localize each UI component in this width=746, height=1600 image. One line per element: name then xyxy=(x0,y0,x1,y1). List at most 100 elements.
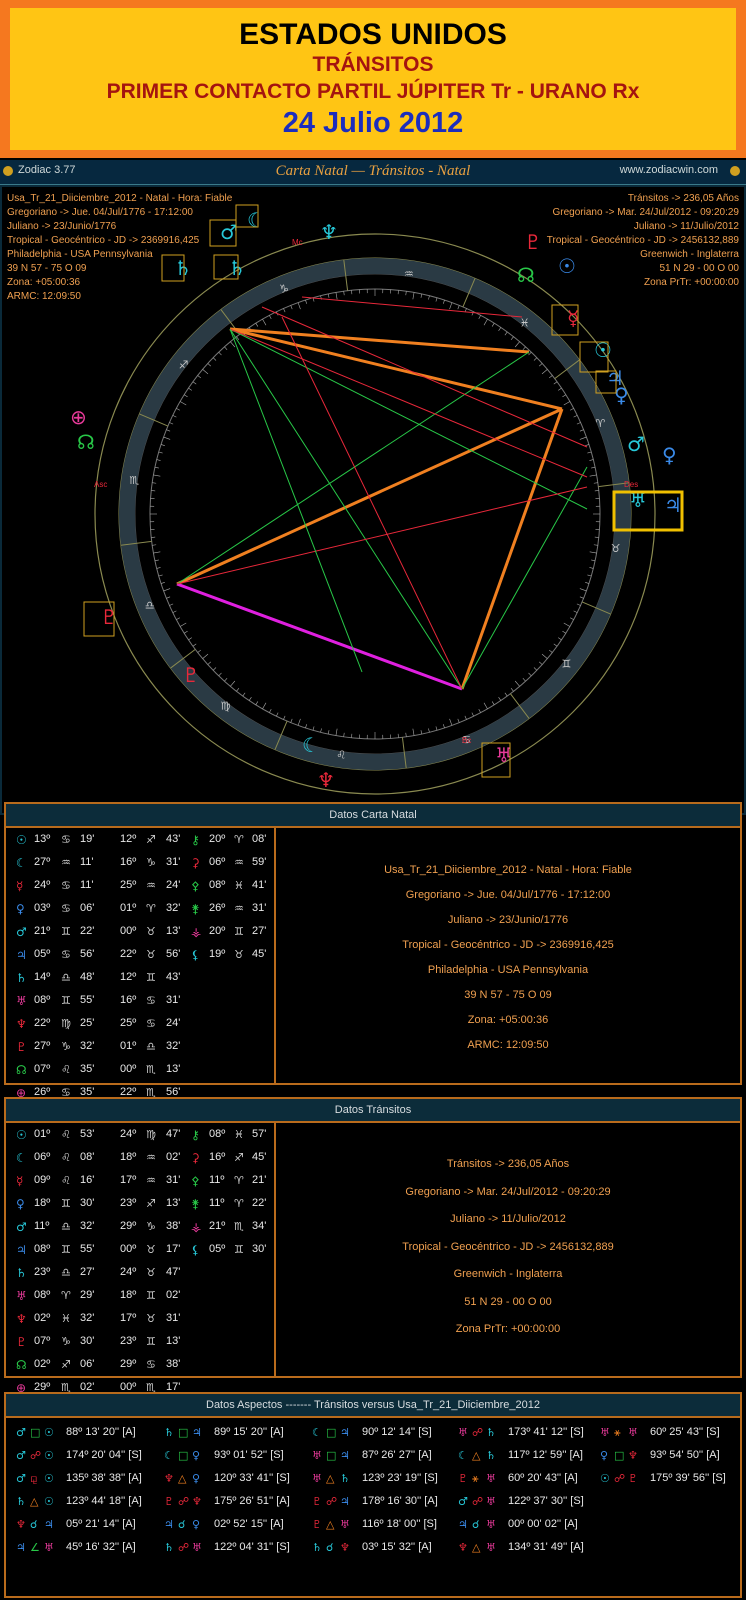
transit-planet-icon: ♇ xyxy=(458,1472,468,1485)
degree-tick xyxy=(153,551,161,554)
degree-tick xyxy=(443,299,445,304)
planet-glyph-icon: ♀ xyxy=(662,443,677,467)
asteroid-sign-icon: ♈ xyxy=(234,1174,244,1187)
degree-tick xyxy=(589,474,597,477)
natal-planet-icon: ♅ xyxy=(192,1541,202,1554)
degree-tick xyxy=(218,351,222,356)
degree-tick xyxy=(541,369,548,375)
natal-planet-icon: ♃ xyxy=(340,1426,350,1439)
transit-planet-icon: ♂ xyxy=(16,1472,26,1485)
asteroid-minute: 21' xyxy=(252,1174,267,1186)
minute-value: 32' xyxy=(80,1312,95,1324)
degree-tick xyxy=(212,667,217,671)
degree-tick xyxy=(262,702,267,710)
asteroid-icon: ⚵ xyxy=(191,1197,200,1211)
minute-value: 11' xyxy=(80,856,94,868)
degree-tick xyxy=(541,653,548,659)
transits-panel-header: Datos Tránsitos xyxy=(6,1099,740,1123)
degree-value: 27º xyxy=(34,1040,51,1052)
degree-tick xyxy=(305,724,307,729)
aspect-entry: ♄ ☌ ♆ 03º 15' 32'' [A] xyxy=(312,1541,457,1559)
position-row: ♆ 02º ♓ 32' 17º ♉ 31' xyxy=(6,1307,274,1330)
degree-tick xyxy=(412,292,415,300)
detail-line: Philadelphia - USA Pennsylvania xyxy=(427,964,589,976)
planet-icon: ♄ xyxy=(16,971,27,985)
aspect-type-icon: △ xyxy=(178,1472,187,1485)
house-sign-icon: ♒ xyxy=(146,1151,156,1164)
aspect-value: 93º 01' 52'' [S] xyxy=(214,1449,284,1461)
sign-icon: ♐ xyxy=(61,1358,71,1371)
degree-tick xyxy=(192,643,197,647)
degree-tick xyxy=(218,672,222,677)
degree-tick xyxy=(558,637,562,641)
transit-planet-icon: ☾ xyxy=(312,1426,322,1439)
transit-planet-icon: ♂ xyxy=(16,1449,26,1462)
asteroid-icon: ⚴ xyxy=(191,879,200,893)
house-degree: 00º xyxy=(120,1243,137,1255)
house-minute: 02' xyxy=(166,1151,181,1163)
asteroid-minute: 30' xyxy=(252,1243,267,1255)
degree-tick xyxy=(163,588,171,592)
degree-tick xyxy=(443,724,445,729)
position-row: ♃ 08º ♊ 55' 00º ♉ 17' ⚸ 05º ♊ 30' xyxy=(6,1238,274,1261)
sign-glyph-icon: ♈ xyxy=(595,417,605,430)
house-sign-icon: ♋ xyxy=(146,994,156,1007)
degree-value: 08º xyxy=(34,1289,51,1301)
transit-planet-icon: ♀ xyxy=(600,1449,609,1462)
aspect-value: 02º 52' 15'' [A] xyxy=(214,1518,284,1530)
degree-tick xyxy=(153,474,161,477)
degree-tick xyxy=(276,712,279,717)
degree-tick xyxy=(483,318,488,326)
detail-line: 39 N 57 - 75 O 09 xyxy=(464,989,552,1001)
degree-tick xyxy=(269,708,272,713)
sign-icon: ♊ xyxy=(61,1243,71,1256)
asteroid-sign-icon: ♒ xyxy=(234,856,244,869)
degree-tick xyxy=(510,687,514,692)
sign-icon: ♋ xyxy=(61,879,71,892)
aspect-value: 173º 41' 12'' [S] xyxy=(508,1426,584,1438)
degree-tick xyxy=(514,680,520,687)
degree-tick xyxy=(176,408,181,411)
degree-tick xyxy=(593,482,598,484)
aspect-value: 117º 12' 59'' [A] xyxy=(508,1449,583,1461)
degree-tick xyxy=(548,649,553,653)
planet-icon: ☉ xyxy=(16,833,27,847)
aspect-type-icon: □ xyxy=(614,1449,625,1462)
natal-planet-icon: ♅ xyxy=(340,1518,350,1531)
degree-tick xyxy=(573,610,578,613)
aspect-entry: ♆ ☌ ♃ 05º 21' 14'' [A] xyxy=(16,1518,161,1536)
natal-planet-icon: ♇ xyxy=(628,1472,638,1485)
aspect-entry: ♂ ⚼ ☉ 135º 38' 38'' [A] xyxy=(16,1472,161,1490)
degree-tick xyxy=(172,610,177,613)
degree-tick xyxy=(491,701,495,705)
chart-area: Usa_Tr_21_Diiciembre_2012 - Natal - Hora… xyxy=(0,185,746,815)
degree-tick xyxy=(327,293,330,298)
degree-tick xyxy=(562,394,566,398)
aspect-value: 89º 15' 20'' [A] xyxy=(214,1426,284,1438)
transit-planet-icon: ♄ xyxy=(16,1495,26,1508)
detail-line: Juliano -> 11/Julio/2012 xyxy=(450,1213,566,1225)
aspect-entry: ☾ □ ♀ 93º 01' 52'' [S] xyxy=(164,1449,309,1467)
aspect-value: 122º 04' 31'' [S] xyxy=(214,1541,290,1553)
house-sign-icon: ♋ xyxy=(146,1358,156,1371)
sign-icon: ♌ xyxy=(61,1063,71,1076)
planet-glyph-icon: ♆ xyxy=(320,220,338,244)
house-minute: 02' xyxy=(166,1289,181,1301)
aspect-value: 135º 38' 38'' [A] xyxy=(66,1472,142,1484)
asteroid-degree: 16º xyxy=(209,1151,226,1163)
degree-tick xyxy=(589,567,594,569)
degree-tick xyxy=(202,369,209,375)
degree-tick xyxy=(160,582,165,584)
aspect-entry: ♃ ☌ ♀ 02º 52' 15'' [A] xyxy=(164,1518,309,1536)
degree-tick xyxy=(297,302,301,310)
planet-icon: ♆ xyxy=(16,1312,27,1326)
minute-value: 19' xyxy=(80,833,95,845)
degree-value: 03º xyxy=(34,902,51,914)
natal-planet-icon: ♅ xyxy=(486,1495,496,1508)
aspect-value: 174º 20' 04'' [S] xyxy=(66,1449,142,1461)
website-link[interactable]: www.zodiacwin.com xyxy=(620,164,718,176)
transits-positions-table: ☉ 01º ♌ 53' 24º ♍ 47' ⚷ 08º ♓ 57' ☾ 06º ♌ 08' 18º ♒ 02' ⚳ 1… xyxy=(6,1123,276,1395)
asteroid-sign-icon: ♓ xyxy=(234,1128,244,1141)
degree-value: 07º xyxy=(34,1335,51,1347)
detail-line: ARMC: 12:09:50 xyxy=(467,1039,549,1051)
